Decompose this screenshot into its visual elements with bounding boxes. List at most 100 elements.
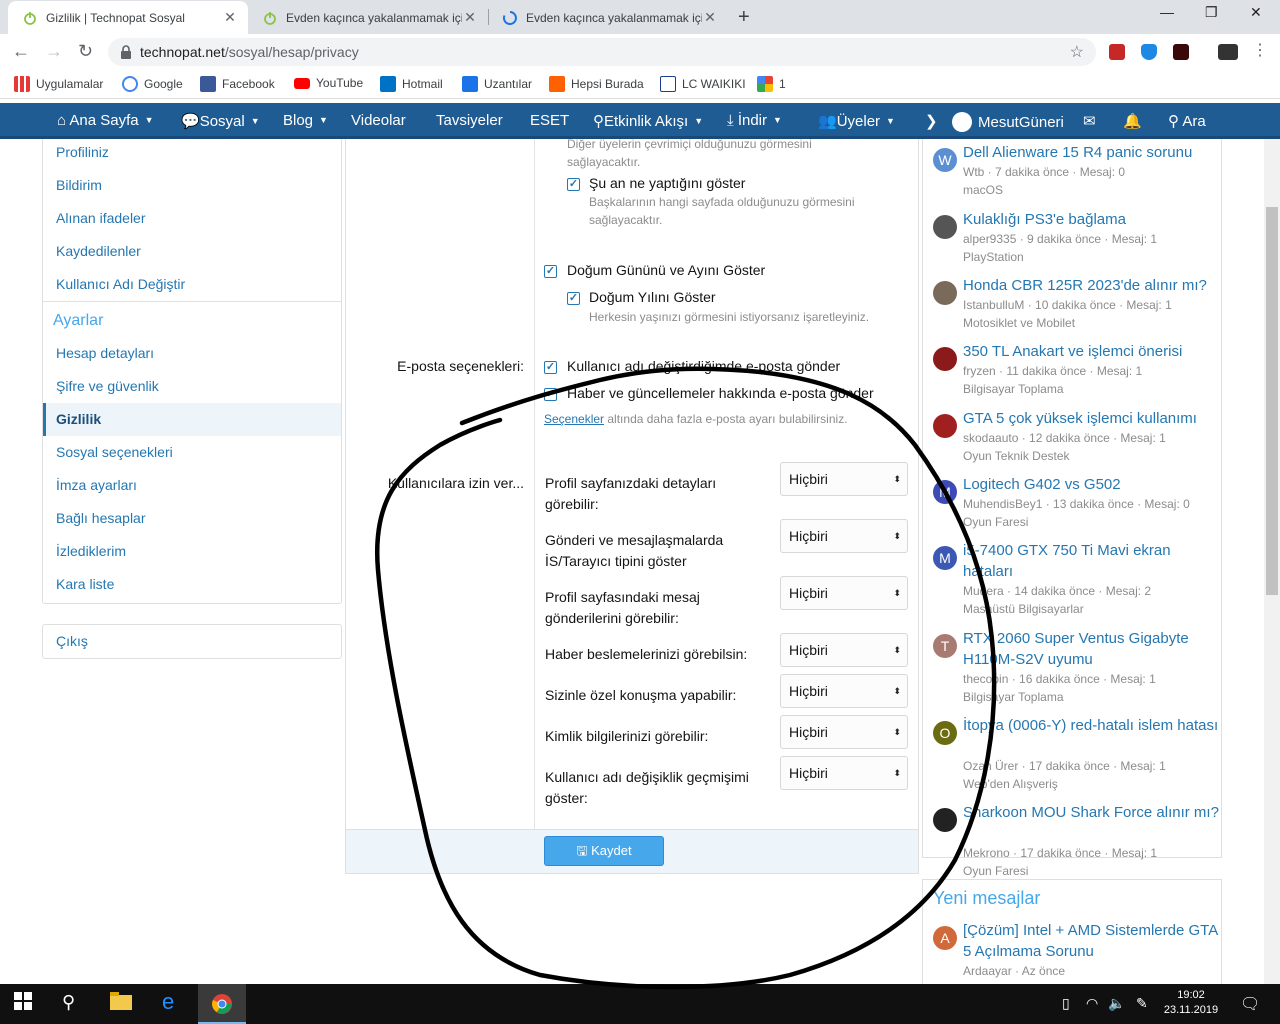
thread-title[interactable]: İtopya (0006-Y) red-hatalı islem hatası — [963, 715, 1221, 736]
chevron-down-icon: ▼ — [773, 115, 782, 125]
thread-title[interactable]: RTX 2060 Super Ventus Gigabyte H110M-S2V… — [963, 628, 1221, 670]
sidebar-item-reactions[interactable]: Alınan ifadeler — [43, 202, 341, 235]
perm-profile-posts-select[interactable]: Hiçbiri ⬍ — [780, 576, 908, 610]
chrome-taskbar-button[interactable] — [198, 984, 246, 1024]
perm-identities-select[interactable]: Hiçbiri ⬍ — [780, 715, 908, 749]
nav-search[interactable]: ⚲ Ara — [1168, 112, 1206, 130]
edge-icon[interactable]: e — [162, 989, 174, 1015]
tab-privacy[interactable]: Gizlilik | Technopat Sosyal ✕ — [8, 1, 248, 34]
minimize-icon[interactable]: — — [1160, 4, 1174, 20]
notifications-icon[interactable]: 🗨 — [1240, 994, 1260, 1014]
sidebar-item-connected-accounts[interactable]: Bağlı hesaplar — [43, 502, 341, 535]
email-on-rename-checkbox[interactable]: ✓ — [544, 361, 557, 374]
pubg-extension-icon[interactable] — [1218, 44, 1238, 60]
close-icon[interactable]: ✕ — [462, 9, 478, 26]
new-posts-heading: Yeni mesajlar — [933, 888, 1041, 908]
extension-dark-icon[interactable] — [1173, 44, 1189, 60]
thread-title[interactable]: GTA 5 çok yüksek işlemci kullanımı — [963, 408, 1221, 429]
reload-icon[interactable]: ↻ — [78, 41, 93, 62]
nav-videos[interactable]: Videolar — [351, 112, 406, 129]
loading-spinner-icon — [502, 10, 518, 26]
bookmark-google[interactable]: Google — [122, 76, 183, 92]
envelope-icon[interactable]: ✉ — [1083, 112, 1096, 130]
sidebar-item-social[interactable]: Sosyal seçenekleri — [43, 436, 341, 469]
thread-title[interactable]: i5-7400 GTX 750 Ti Mavi ekran hataları — [963, 540, 1221, 582]
windows-start-icon[interactable] — [14, 992, 32, 1010]
nav-home[interactable]: ⌂ Ana Sayfa ▼ — [57, 112, 154, 129]
bell-icon[interactable]: 🔔 — [1123, 112, 1142, 130]
file-explorer-icon[interactable] — [110, 992, 132, 1010]
new-tab-button[interactable]: + — [738, 6, 750, 29]
page-scrollbar[interactable] — [1264, 139, 1280, 984]
window-close-icon[interactable]: ✕ — [1250, 4, 1262, 21]
sidebar-item-profile[interactable]: Profiliniz — [43, 139, 341, 169]
tab-evden-2[interactable]: Evden kaçınca yakalanmamak için ✕ — [488, 1, 728, 34]
bookmark-facebook[interactable]: Facebook — [200, 76, 275, 92]
save-button[interactable]: 🖫 Kaydet — [544, 836, 664, 866]
bookmark-lcwaikiki[interactable]: LC WAIKIKI — [660, 76, 746, 92]
sidebar-item-bookmarks[interactable]: Kaydedilenler — [43, 235, 341, 268]
nav-more-chevron-icon[interactable]: ❯ — [925, 112, 938, 130]
thread-title[interactable]: Logitech G402 vs G502 — [963, 474, 1221, 495]
restore-icon[interactable]: ❐ — [1205, 4, 1218, 21]
bookmark-youtube[interactable]: YouTube — [294, 76, 363, 90]
bookmark-hepsiburada[interactable]: Hepsi Burada — [549, 76, 644, 92]
star-icon[interactable]: ☆ — [1070, 42, 1084, 62]
nav-activity[interactable]: ⚲Etkinlik Akışı ▼ — [593, 112, 703, 130]
extension-red-icon[interactable] — [1109, 44, 1125, 60]
bookmark-hotmail[interactable]: Hotmail — [380, 76, 443, 92]
show-birthday-checkbox[interactable]: ✓ — [544, 265, 557, 278]
pen-icon[interactable]: ✎ — [1136, 995, 1148, 1012]
bookmark-1[interactable]: 1 — [757, 76, 786, 92]
thread-title[interactable]: Kulaklığı PS3'e bağlama — [963, 209, 1221, 230]
menu-kebab-icon[interactable]: ⋮ — [1252, 40, 1268, 60]
sidebar-item-signature[interactable]: İmza ayarları — [43, 469, 341, 502]
sidebar-item-ignored[interactable]: Kara liste — [43, 568, 341, 601]
forward-icon[interactable]: → — [45, 41, 63, 62]
nav-social[interactable]: 💬Sosyal ▼ — [181, 112, 260, 130]
thread-title[interactable]: Sharkoon MOU Shark Force alınır mı? — [963, 802, 1221, 823]
perm-username-history-select[interactable]: Hiçbiri ⬍ — [780, 756, 908, 790]
sidebar-item-change-username[interactable]: Kullanıcı Adı Değiştir — [43, 268, 341, 301]
back-icon[interactable]: ← — [12, 41, 30, 62]
thread-title[interactable]: Dell Alienware 15 R4 panic sorunu — [963, 142, 1221, 163]
nav-blog[interactable]: Blog ▼ — [283, 112, 328, 129]
tab-evden-1[interactable]: Evden kaçınca yakalanmamak için ✕ — [248, 1, 488, 34]
shield-icon[interactable] — [1141, 44, 1157, 60]
email-options-link[interactable]: Seçenekler — [544, 412, 604, 426]
nav-recommendations[interactable]: Tavsiyeler — [436, 112, 503, 129]
close-icon[interactable]: ✕ — [702, 9, 718, 26]
perm-news-feed-select[interactable]: Hiçbiri ⬍ — [780, 633, 908, 667]
system-clock[interactable]: 19:02 23.11.2019 — [1160, 988, 1222, 1018]
close-icon[interactable]: ✕ — [222, 9, 238, 26]
email-news-checkbox[interactable]: ✓ — [544, 388, 557, 401]
battery-icon[interactable]: ▯ — [1062, 995, 1070, 1012]
perm-browser-type-select[interactable]: Hiçbiri ⬍ — [780, 519, 908, 553]
nav-download[interactable]: ⤓ İndir ▼ — [727, 112, 782, 129]
thread-title[interactable]: Honda CBR 125R 2023'de alınır mı? — [963, 275, 1221, 296]
select-value: Hiçbiri — [789, 471, 828, 487]
search-icon[interactable]: ⚲ — [62, 992, 75, 1013]
thread-title[interactable]: 350 TL Anakart ve işlemci önerisi — [963, 341, 1221, 362]
address-bar[interactable]: technopat.net/sosyal/hesap/privacy ☆ — [108, 38, 1096, 66]
nav-user[interactable]: MesutGüneri — [952, 112, 1064, 132]
nav-eset[interactable]: ESET — [530, 112, 569, 129]
volume-icon[interactable]: 🔈 — [1108, 995, 1125, 1012]
new-post-title[interactable]: [Çözüm] Intel + AMD Sistemlerde GTA 5 Aç… — [963, 920, 1221, 962]
sidebar-item-security[interactable]: Şifre ve güvenlik — [43, 370, 341, 403]
scrollbar-thumb[interactable] — [1266, 207, 1278, 595]
logout-link[interactable]: Çıkış — [43, 625, 341, 658]
nav-members[interactable]: 👥Üyeler ▼ — [818, 112, 895, 130]
bookmark-apps[interactable]: Uygulamalar — [14, 76, 103, 92]
sidebar-item-notifications[interactable]: Bildirim — [43, 169, 341, 202]
wifi-icon[interactable]: ◠ — [1086, 995, 1098, 1012]
show-activity-checkbox[interactable]: ✓ — [567, 178, 580, 191]
perm-conversation-select[interactable]: Hiçbiri ⬍ — [780, 674, 908, 708]
sidebar-item-watched[interactable]: İzlediklerim — [43, 535, 341, 568]
avatar: M — [933, 480, 957, 504]
perm-profile-details-select[interactable]: Hiçbiri ⬍ — [780, 462, 908, 496]
show-birth-year-checkbox[interactable]: ✓ — [567, 292, 580, 305]
sidebar-item-account-details[interactable]: Hesap detayları — [43, 337, 341, 370]
sidebar-item-privacy[interactable]: Gizlilik — [43, 403, 341, 436]
bookmark-extensions[interactable]: Uzantılar — [462, 76, 532, 92]
